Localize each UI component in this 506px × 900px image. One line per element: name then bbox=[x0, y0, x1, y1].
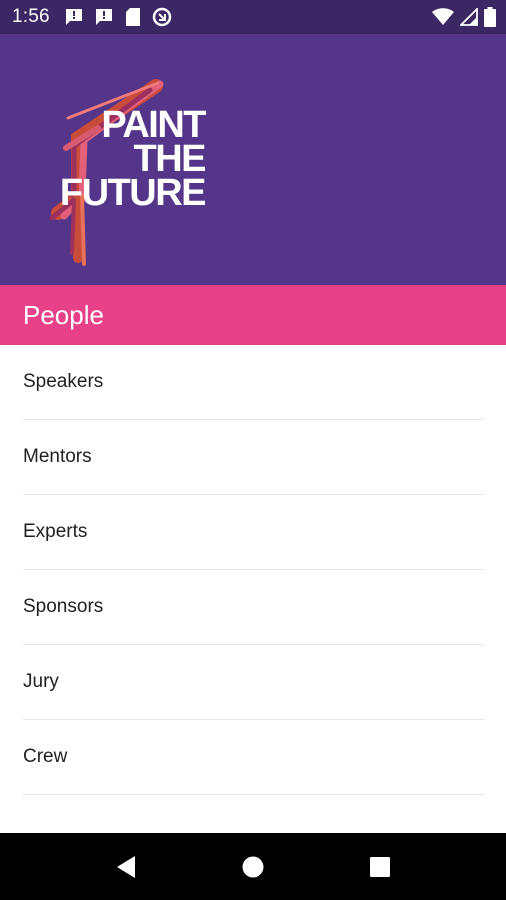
message-alert-icon bbox=[94, 7, 114, 27]
battery-icon bbox=[484, 7, 496, 27]
logo-line: FUTURE bbox=[59, 172, 207, 214]
navigation-bar bbox=[0, 833, 506, 900]
section-title: People bbox=[23, 299, 104, 330]
recents-button[interactable] bbox=[340, 833, 420, 900]
section-header: People bbox=[0, 285, 506, 345]
back-button[interactable] bbox=[86, 833, 166, 900]
home-button[interactable] bbox=[213, 833, 293, 900]
event-logo: PAINT THE FUTURE bbox=[38, 78, 218, 268]
list-item-speakers[interactable]: Speakers bbox=[23, 345, 484, 420]
hero-banner: PAINT THE FUTURE bbox=[0, 34, 506, 285]
wifi-icon bbox=[432, 8, 454, 26]
sd-card-icon bbox=[124, 7, 142, 27]
notification-icons bbox=[64, 7, 172, 27]
status-time: 1:56 bbox=[12, 6, 50, 27]
system-icons bbox=[432, 0, 496, 34]
people-category-list: Speakers Mentors Experts Sponsors Jury C… bbox=[0, 345, 506, 795]
recents-icon bbox=[370, 856, 390, 877]
logo-line: PAINT bbox=[101, 104, 206, 146]
data-saver-icon bbox=[152, 7, 172, 27]
list-item-mentors[interactable]: Mentors bbox=[23, 420, 484, 495]
list-item-sponsors[interactable]: Sponsors bbox=[23, 570, 484, 645]
back-icon bbox=[117, 855, 135, 878]
logo-line: THE bbox=[133, 138, 207, 180]
list-item-crew[interactable]: Crew bbox=[23, 720, 484, 795]
logo-text: PAINT THE FUTURE bbox=[59, 104, 207, 214]
status-bar: 1:56 bbox=[0, 0, 506, 34]
home-icon bbox=[242, 856, 264, 877]
list-item-experts[interactable]: Experts bbox=[23, 495, 484, 570]
signal-icon bbox=[460, 8, 478, 26]
list-item-jury[interactable]: Jury bbox=[23, 645, 484, 720]
message-alert-icon bbox=[64, 7, 84, 27]
